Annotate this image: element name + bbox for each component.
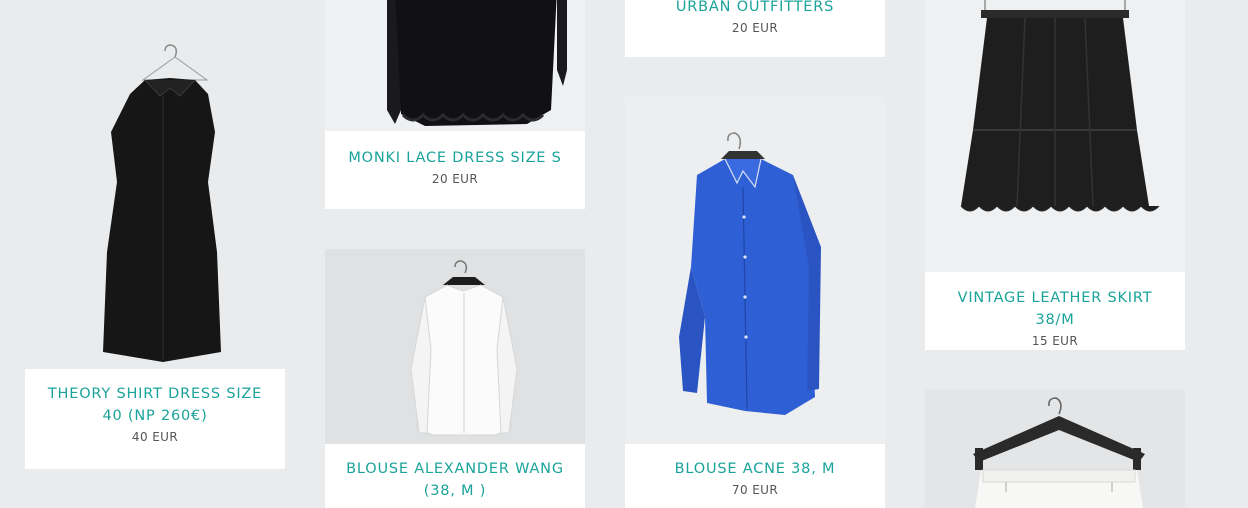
product-info: THEORY SHIRT DRESS SIZE 40 (NP 260€) 40 … [25, 369, 285, 469]
product-info: BLOUSE ACNE 38, M 70 EUR [625, 444, 885, 508]
product-title[interactable]: VINTAGE LEATHER SKIRT 38/M [941, 287, 1169, 331]
product-title[interactable]: URBAN OUTFITTERS [641, 0, 869, 18]
product-grid: THEORY SHIRT DRESS SIZE 40 (NP 260€) 40 … [0, 0, 1248, 508]
product-card[interactable]: VINTAGE LEATHER SKIRT 38/M 15 EUR [925, 0, 1185, 350]
product-image[interactable] [925, 390, 1185, 508]
product-title[interactable]: MONKI LACE DRESS SIZE S [341, 147, 569, 169]
product-title[interactable]: BLOUSE ACNE 38, M [641, 458, 869, 480]
product-title[interactable]: THEORY SHIRT DRESS SIZE 40 (NP 260€) [41, 383, 269, 427]
product-card[interactable]: THEORY SHIRT DRESS SIZE 40 (NP 260€) 40 … [25, 22, 285, 469]
product-price: 20 EUR [731, 21, 779, 35]
product-price: 40 EUR [131, 430, 179, 444]
product-image[interactable] [25, 22, 285, 369]
product-info: VINTAGE LEATHER SKIRT 38/M 15 EUR [925, 272, 1185, 350]
product-price: 70 EUR [731, 483, 779, 497]
product-card[interactable]: BLOUSE ACNE 38, M 70 EUR [625, 97, 885, 508]
product-image[interactable] [325, 0, 585, 131]
product-card[interactable]: URBAN OUTFITTERS 20 EUR [625, 0, 885, 57]
product-card[interactable]: BLOUSE ALEXANDER WANG (38, M ) [325, 249, 585, 508]
product-info: MONKI LACE DRESS SIZE S 20 EUR [325, 131, 585, 209]
product-title[interactable]: BLOUSE ALEXANDER WANG (38, M ) [341, 458, 569, 502]
product-info: BLOUSE ALEXANDER WANG (38, M ) [325, 444, 585, 508]
product-card[interactable]: MONKI LACE DRESS SIZE S 20 EUR [325, 0, 585, 209]
product-image[interactable] [925, 0, 1185, 272]
product-price: 20 EUR [431, 172, 479, 186]
product-price: 15 EUR [1031, 334, 1079, 348]
product-card[interactable] [925, 390, 1185, 508]
product-image[interactable] [625, 97, 885, 444]
product-image[interactable] [325, 249, 585, 444]
product-info: URBAN OUTFITTERS 20 EUR [625, 0, 885, 57]
